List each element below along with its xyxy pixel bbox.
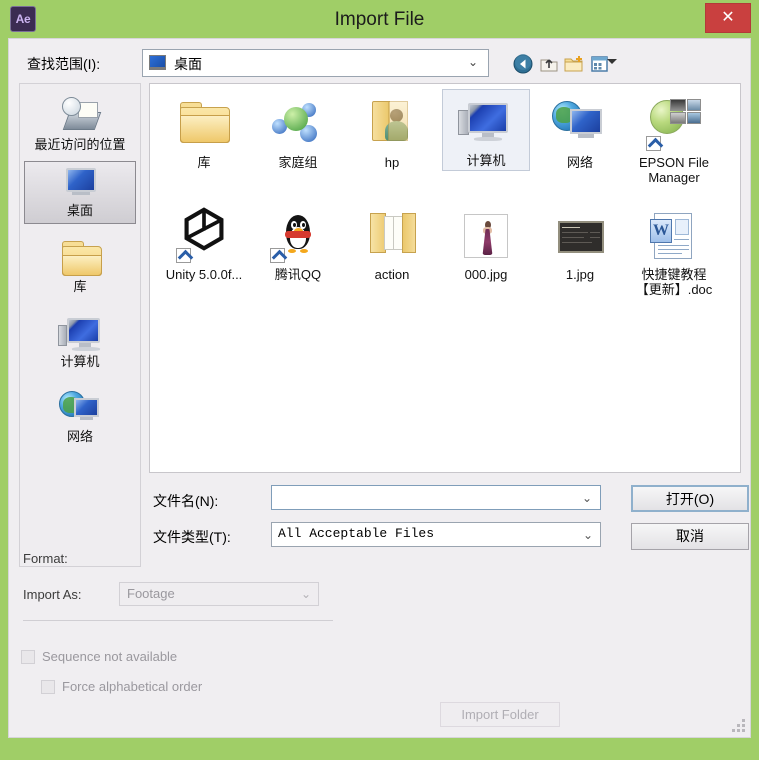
image-thumbnail-icon bbox=[456, 207, 516, 265]
image-thumbnail-dark-icon bbox=[550, 207, 610, 265]
file-item-label: hp bbox=[384, 155, 400, 170]
filetype-label: 文件类型(T): bbox=[153, 529, 231, 545]
unity-shortcut-icon bbox=[174, 207, 234, 265]
homegroup-icon bbox=[268, 95, 328, 153]
lookin-label: 查找范围(I): bbox=[27, 56, 101, 72]
sidebar-item-label: 网络 bbox=[66, 429, 93, 444]
dialog-body: 查找范围(I): 桌面 ⌄ 最近访问的位置 桌面 库 计算机 网络 库 家庭组 … bbox=[8, 38, 751, 738]
shortcut-overlay-icon bbox=[646, 136, 661, 151]
file-item-label: EPSON File Manager bbox=[638, 155, 710, 185]
file-item-000-jpg[interactable]: 000.jpg bbox=[442, 204, 530, 284]
section-divider bbox=[23, 620, 333, 621]
chevron-down-icon: ⌄ bbox=[468, 55, 479, 69]
network-icon bbox=[550, 95, 610, 153]
filename-label: 文件名(N): bbox=[153, 493, 219, 509]
file-item-label: 1.jpg bbox=[565, 267, 595, 282]
checkbox-label: Force alphabetical order bbox=[62, 679, 203, 694]
chevron-down-icon: ⌄ bbox=[300, 587, 311, 601]
shortcut-overlay-icon bbox=[176, 248, 191, 263]
shortcut-overlay-icon bbox=[270, 248, 285, 263]
file-item-label: 000.jpg bbox=[464, 267, 508, 282]
filename-input[interactable] bbox=[271, 485, 601, 510]
file-item-action[interactable]: action bbox=[348, 204, 436, 284]
file-item-shortcut-tutorial-doc[interactable]: W 快捷键教程【更新】.doc bbox=[630, 204, 718, 299]
title-bar: Ae Import File ✕ bbox=[0, 0, 759, 38]
file-grid: 库 家庭组 hp 计算机 网络 EPSON File Manager Unity… bbox=[150, 84, 740, 297]
open-button[interactable]: 打开(O) bbox=[631, 485, 749, 512]
user-folder-icon bbox=[362, 95, 422, 153]
lookin-row: 查找范围(I): 桌面 ⌄ bbox=[9, 47, 752, 81]
library-folder-icon bbox=[174, 95, 234, 153]
file-item-epson-file-manager[interactable]: EPSON File Manager bbox=[630, 92, 718, 187]
filetype-value: All Acceptable Files bbox=[278, 526, 435, 541]
new-folder-icon[interactable] bbox=[563, 53, 585, 75]
file-item-label: 腾讯QQ bbox=[274, 267, 322, 282]
file-item-label: action bbox=[374, 267, 410, 282]
import-as-value: Footage bbox=[127, 586, 175, 601]
sidebar-item-recent-places[interactable]: 最近访问的位置 bbox=[24, 92, 136, 157]
sidebar-item-label: 库 bbox=[73, 279, 87, 294]
sidebar-item-label: 桌面 bbox=[66, 203, 93, 218]
computer-icon bbox=[456, 93, 516, 151]
file-item-label: 计算机 bbox=[466, 153, 506, 168]
sidebar-item-desktop[interactable]: 桌面 bbox=[24, 161, 136, 224]
back-icon[interactable] bbox=[512, 53, 534, 75]
file-item-label: 库 bbox=[197, 155, 211, 170]
sidebar-item-label: 计算机 bbox=[60, 354, 100, 369]
file-item-tencent-qq[interactable]: 腾讯QQ bbox=[254, 204, 342, 284]
file-item-computer[interactable]: 计算机 bbox=[442, 89, 530, 171]
cancel-button[interactable]: 取消 bbox=[631, 523, 749, 550]
file-item-label: Unity 5.0.0f... bbox=[165, 267, 243, 282]
import-as-combobox[interactable]: Footage ⌄ bbox=[119, 582, 319, 606]
page-title: Import File bbox=[334, 9, 425, 30]
checkbox-box bbox=[41, 680, 55, 694]
close-button[interactable]: ✕ bbox=[705, 3, 751, 33]
format-label: Format: bbox=[23, 551, 68, 566]
file-item-network[interactable]: 网络 bbox=[536, 92, 624, 172]
filetype-combobox[interactable]: All Acceptable Files ⌄ bbox=[271, 522, 601, 547]
sidebar-item-label: 最近访问的位置 bbox=[34, 137, 126, 152]
folder-icon bbox=[362, 207, 422, 265]
qq-shortcut-icon bbox=[268, 207, 328, 265]
views-dropdown-arrow-icon[interactable] bbox=[607, 59, 617, 64]
file-item-1-jpg[interactable]: 1.jpg bbox=[536, 204, 624, 284]
checkbox-box bbox=[21, 650, 35, 664]
network-icon bbox=[58, 388, 102, 428]
file-item-hp[interactable]: hp bbox=[348, 92, 436, 172]
epson-file-manager-icon bbox=[644, 95, 704, 153]
file-item-homegroup[interactable]: 家庭组 bbox=[254, 92, 342, 172]
resize-grip[interactable] bbox=[732, 719, 746, 733]
computer-icon bbox=[58, 313, 102, 353]
file-item-label: 家庭组 bbox=[278, 155, 318, 170]
import-folder-button[interactable]: Import Folder bbox=[440, 702, 560, 727]
up-one-level-icon[interactable] bbox=[538, 53, 560, 75]
library-icon bbox=[58, 238, 102, 278]
views-icon[interactable] bbox=[589, 53, 611, 75]
sequence-not-available-checkbox[interactable]: Sequence not available bbox=[21, 649, 177, 664]
sidebar-item-network[interactable]: 网络 bbox=[24, 384, 136, 449]
recent-places-icon bbox=[58, 96, 102, 136]
force-alphabetical-order-checkbox[interactable]: Force alphabetical order bbox=[41, 679, 202, 694]
file-item-library[interactable]: 库 bbox=[160, 92, 248, 172]
desktop-icon bbox=[58, 166, 102, 202]
unity-logo-icon bbox=[184, 207, 224, 251]
chevron-down-icon: ⌄ bbox=[582, 528, 593, 542]
file-item-unity[interactable]: Unity 5.0.0f... bbox=[160, 204, 248, 284]
lookin-value: 桌面 bbox=[174, 56, 202, 72]
file-list-panel[interactable]: 库 家庭组 hp 计算机 网络 EPSON File Manager Unity… bbox=[149, 83, 741, 473]
import-file-window: Ae Import File ✕ 查找范围(I): 桌面 ⌄ 最近访问的位置 桌… bbox=[0, 0, 759, 760]
file-item-label: 网络 bbox=[566, 155, 593, 170]
sidebar-item-library[interactable]: 库 bbox=[24, 234, 136, 299]
import-as-label: Import As: bbox=[23, 587, 82, 602]
lookin-combobox[interactable]: 桌面 ⌄ bbox=[142, 49, 489, 77]
sidebar-item-computer[interactable]: 计算机 bbox=[24, 309, 136, 374]
word-document-icon: W bbox=[644, 207, 704, 265]
desktop-icon bbox=[149, 55, 166, 70]
file-item-label: 快捷键教程【更新】.doc bbox=[635, 267, 713, 297]
places-sidebar: 最近访问的位置 桌面 库 计算机 网络 bbox=[19, 83, 141, 567]
checkbox-label: Sequence not available bbox=[42, 649, 178, 664]
